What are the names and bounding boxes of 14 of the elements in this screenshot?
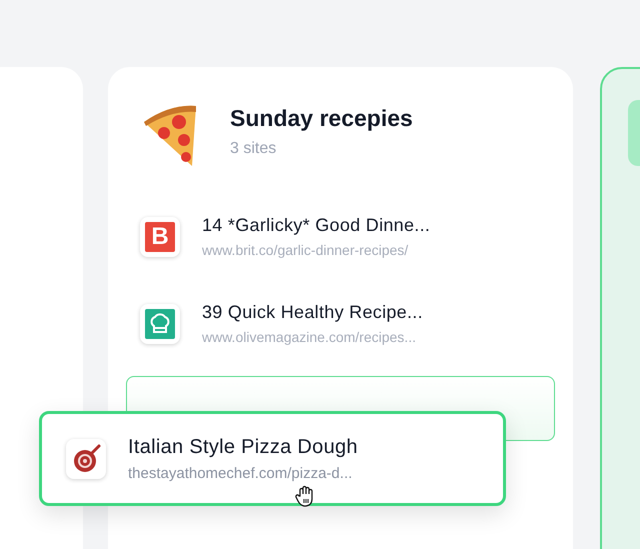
letter-logo-icon: B xyxy=(140,216,180,256)
site-url: www.brit.co/garlic-dinner-recipes/ xyxy=(202,242,410,258)
collection-title: Sunday recepies xyxy=(230,105,413,132)
site-title: 14 *Garlicky* Good Dinne... xyxy=(202,215,430,236)
chef-hat-icon xyxy=(140,304,180,344)
site-item[interactable]: 39 Quick Healthy Recipe... www.olivemagazine.com/recipes... xyxy=(126,302,555,345)
site-title: Italian Style Pizza Dough xyxy=(128,436,358,458)
site-item[interactable]: B 14 *Garlicky* Good Dinne... www.brit.co/garlic-dinner-recipes/ xyxy=(126,215,555,258)
site-title: 39 Quick Healthy Recipe... xyxy=(202,302,423,323)
dragged-site-card[interactable]: Italian Style Pizza Dough thestayathomechef.com/pizza-d... xyxy=(39,411,506,506)
site-url: www.olivemagazine.com/recipes... xyxy=(202,329,417,345)
frying-pan-icon xyxy=(66,438,106,478)
site-count: 3 sites xyxy=(230,140,278,158)
site-url: thestayathomechef.com/pizza-d... xyxy=(128,464,354,482)
